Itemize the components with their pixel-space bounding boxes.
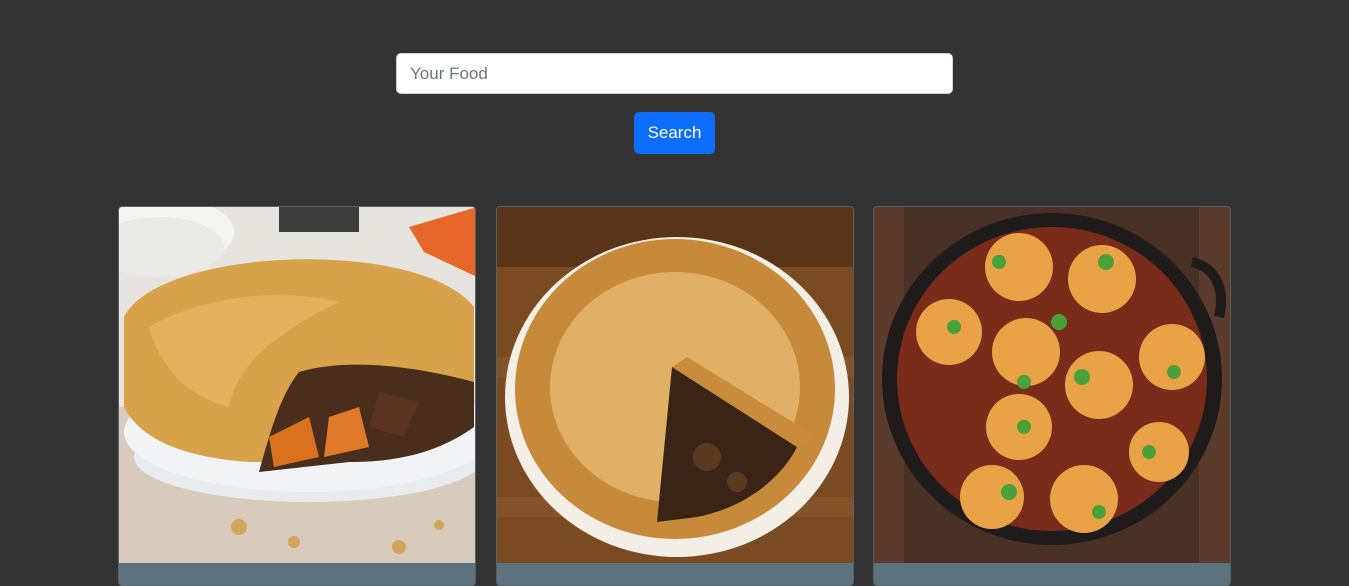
recipe-image bbox=[497, 207, 853, 563]
recipe-image bbox=[874, 207, 1230, 563]
card-footer bbox=[119, 563, 475, 585]
recipe-image bbox=[119, 207, 475, 563]
card-footer bbox=[874, 563, 1230, 585]
search-button[interactable]: Search bbox=[634, 112, 715, 154]
recipe-card[interactable] bbox=[496, 206, 854, 586]
recipe-card[interactable] bbox=[118, 206, 476, 586]
search-input[interactable] bbox=[396, 53, 953, 94]
recipe-card[interactable] bbox=[873, 206, 1231, 586]
card-footer bbox=[497, 563, 853, 585]
